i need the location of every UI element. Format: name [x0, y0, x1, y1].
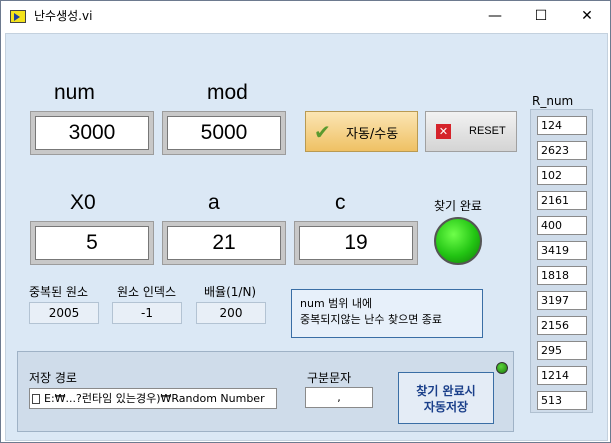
r-num-item[interactable]: 102	[537, 166, 587, 185]
r-num-item[interactable]: 124	[537, 116, 587, 135]
auto-manual-label: 자동/수동	[346, 127, 399, 142]
num-control[interactable]: 3000	[30, 111, 154, 155]
a-label: a	[208, 191, 220, 214]
x0-label: X0	[70, 191, 96, 214]
r-num-item[interactable]: 2161	[537, 191, 587, 210]
num-label: num	[54, 81, 95, 104]
r-num-label: R_num	[532, 94, 574, 108]
element-index-value: -1	[112, 302, 182, 324]
info-message-line1: num 범위 내에	[300, 297, 373, 310]
checkmark-icon: ✔	[314, 120, 331, 144]
auto-manual-button[interactable]: ✔ 자동/수동	[305, 111, 418, 152]
x0-control[interactable]: 5	[30, 221, 154, 265]
save-path-field[interactable]: E:₩...?런타임 있는경우)₩Random Number	[29, 388, 277, 409]
ratio-value: 200	[196, 302, 266, 324]
path-browse-icon[interactable]	[32, 394, 40, 404]
maximize-button[interactable]: ☐	[518, 1, 564, 32]
minimize-button[interactable]: —	[472, 1, 518, 32]
x0-value[interactable]: 5	[35, 226, 149, 260]
found-done-led	[434, 217, 482, 265]
dup-element-label: 중복된 원소	[29, 285, 89, 299]
a-control[interactable]: 21	[162, 221, 286, 265]
mod-control[interactable]: 5000	[162, 111, 286, 155]
save-path-value: E:₩...?런타임 있는경우)₩Random Number	[44, 392, 265, 405]
r-num-item[interactable]: 295	[537, 341, 587, 360]
r-num-item[interactable]: 513	[537, 391, 587, 410]
mod-value[interactable]: 5000	[167, 116, 281, 150]
info-message: num 범위 내에 중복되지않는 난수 찾으면 종료	[291, 289, 483, 338]
auto-save-line1: 찾기 완료시	[416, 384, 476, 398]
r-num-item[interactable]: 1818	[537, 266, 587, 285]
auto-save-led	[496, 362, 508, 374]
ratio-label: 배율(1/N)	[204, 285, 257, 299]
element-index-label: 원소 인덱스	[117, 285, 177, 299]
title-bar: 난수생성.vi — ☐ ✕	[1, 1, 610, 32]
r-num-item[interactable]: 3419	[537, 241, 587, 260]
info-message-line2: 중복되지않는 난수 찾으면 종료	[300, 313, 443, 326]
c-label: c	[335, 191, 346, 214]
a-value[interactable]: 21	[167, 226, 281, 260]
save-path-label: 저장 경로	[29, 371, 77, 385]
r-num-item[interactable]: 2156	[537, 316, 587, 335]
close-button[interactable]: ✕	[564, 1, 610, 32]
auto-save-line2: 자동저장	[423, 400, 469, 414]
r-num-item[interactable]: 1214	[537, 366, 587, 385]
found-done-label: 찾기 완료	[434, 199, 482, 213]
r-num-item[interactable]: 2623	[537, 141, 587, 160]
labview-app-icon	[10, 10, 26, 23]
separator-field[interactable]: ,	[305, 387, 373, 408]
reset-button[interactable]: ✕ RESET	[425, 111, 517, 152]
c-value[interactable]: 19	[299, 226, 413, 260]
num-value[interactable]: 3000	[35, 116, 149, 150]
close-x-icon: ✕	[436, 124, 451, 139]
window-title: 난수생성.vi	[34, 9, 93, 23]
dup-element-value: 2005	[29, 302, 99, 324]
auto-save-button[interactable]: 찾기 완료시 자동저장	[398, 372, 494, 424]
mod-label: mod	[207, 81, 248, 104]
r-num-item[interactable]: 3197	[537, 291, 587, 310]
vi-window: 난수생성.vi — ☐ ✕ num mod 3000 5000 ✔ 자동/수동 …	[0, 0, 611, 443]
r-num-item[interactable]: 400	[537, 216, 587, 235]
c-control[interactable]: 19	[294, 221, 418, 265]
reset-label: RESET	[469, 125, 506, 137]
separator-label: 구분문자	[307, 371, 352, 385]
